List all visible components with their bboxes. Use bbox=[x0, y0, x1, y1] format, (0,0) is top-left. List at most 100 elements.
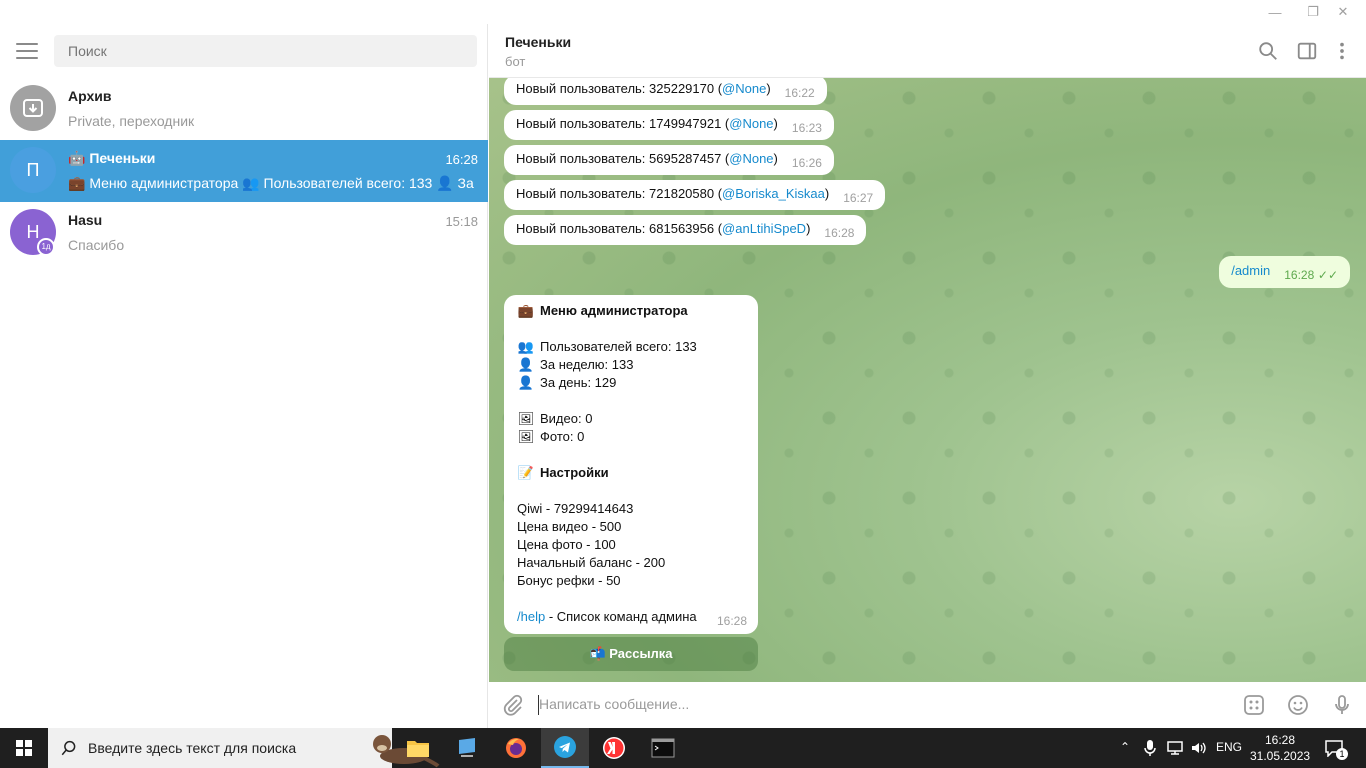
message-time: 16:22 bbox=[784, 86, 815, 100]
telegram-window: — ❐ ✕ Архив Private, переходник П 🤖 Пече… bbox=[0, 0, 1366, 728]
archive-icon bbox=[10, 85, 56, 131]
chat-preview: 💼 Меню администратора 👥 Пользователей вс… bbox=[68, 175, 478, 191]
hamburger-menu-icon[interactable] bbox=[14, 40, 40, 62]
bot-icon: 🤖 bbox=[68, 150, 86, 166]
broadcast-button[interactable]: 📬 Рассылка bbox=[504, 637, 758, 671]
timer-badge: 1д bbox=[37, 238, 55, 256]
close-icon[interactable]: ✕ bbox=[1320, 0, 1366, 24]
more-options-icon[interactable] bbox=[1331, 40, 1353, 62]
message-bubble: Новый пользователь: 325229170 (@None) 16:… bbox=[504, 78, 827, 105]
taskbar-app-pc[interactable] bbox=[443, 728, 491, 768]
chat-status: бот bbox=[505, 54, 526, 69]
picture-icon: 🖼 bbox=[517, 429, 535, 444]
chat-list-panel: Архив Private, переходник П 🤖 Печеньки 1… bbox=[0, 24, 488, 728]
search-icon[interactable] bbox=[1257, 40, 1279, 62]
message-time: 16:23 bbox=[791, 121, 822, 135]
message-bubble: Новый пользователь: 721820580 (@Boriska_… bbox=[504, 180, 886, 210]
photo-count: Фото: 0 bbox=[540, 429, 585, 444]
title-bar: — ❐ ✕ bbox=[0, 0, 1366, 24]
message-time: 16:28 bbox=[716, 614, 747, 628]
language-indicator[interactable]: ENG bbox=[1216, 740, 1242, 754]
message-input-bar: Написать сообщение... bbox=[489, 682, 1366, 728]
user-icon: 👤 bbox=[517, 375, 535, 390]
briefcase-icon: 💼 bbox=[517, 303, 535, 318]
microphone-tray-icon[interactable] bbox=[1143, 739, 1157, 757]
start-balance-line: Начальный баланс - 200 bbox=[517, 555, 666, 570]
chat-preview: Спасибо bbox=[68, 237, 125, 253]
firefox-icon bbox=[506, 738, 526, 758]
users-icon: 👥 bbox=[517, 339, 535, 354]
help-text: - Список команд админа bbox=[545, 609, 697, 624]
picture-icon: 🖼 bbox=[517, 411, 535, 426]
message-time: 16:26 bbox=[791, 156, 822, 170]
computer-icon bbox=[459, 738, 475, 757]
username-link[interactable]: @anLtihiSpeD bbox=[722, 221, 806, 236]
tray-overflow-icon[interactable]: ⌃ bbox=[1120, 740, 1130, 754]
taskbar-search-placeholder: Введите здесь текст для поиска bbox=[88, 740, 297, 756]
outgoing-message: /admin 16:28 ✓✓ bbox=[1219, 256, 1350, 288]
card-title: Меню администратора bbox=[540, 303, 688, 318]
username-link[interactable]: @None bbox=[722, 81, 766, 96]
settings-heading: Настройки bbox=[540, 465, 609, 480]
message-bubble: Новый пользователь: 1749947921 (@None) 16… bbox=[504, 110, 834, 140]
message-time: 16:28 bbox=[824, 226, 855, 240]
message-time: 16:28 bbox=[1284, 268, 1315, 282]
windows-taskbar: Введите здесь текст для поиска ⌃ ENG 16:… bbox=[0, 728, 1366, 768]
help-command-link[interactable]: /help bbox=[517, 609, 545, 624]
qiwi-line: Qiwi - 79299414643 bbox=[517, 501, 634, 516]
chat-messages-area: Новый пользователь: 325229170 (@None) 16:… bbox=[489, 78, 1366, 682]
admin-menu-message: 💼 Меню администратора 👥 Пользователей всег… bbox=[504, 295, 758, 634]
yandex-browser-icon bbox=[603, 737, 625, 759]
chat-time: 15:18 bbox=[445, 214, 478, 229]
user-icon: 👤 bbox=[517, 357, 535, 372]
read-checkmarks-icon: ✓✓ bbox=[1317, 268, 1338, 282]
username-link[interactable]: @None bbox=[729, 116, 773, 131]
clock-date: 31.05.2023 bbox=[1250, 749, 1311, 763]
chat-header: Печеньки бот bbox=[489, 24, 1366, 78]
sidebar-toggle-icon[interactable] bbox=[1296, 40, 1318, 62]
video-price-line: Цена видео - 500 bbox=[517, 519, 622, 534]
volume-icon[interactable] bbox=[1190, 740, 1208, 756]
bot-commands-icon[interactable] bbox=[1242, 693, 1266, 717]
message-bubble: Новый пользователь: 681563956 (@anLtihiS… bbox=[504, 215, 867, 245]
ref-bonus-line: Бонус рефки - 50 bbox=[517, 573, 621, 588]
search-input[interactable] bbox=[54, 35, 477, 67]
clock[interactable]: 16:28 31.05.2023 bbox=[1250, 732, 1310, 764]
message-bubble: Новый пользователь: 5695287457 (@None) 16… bbox=[504, 145, 834, 175]
taskbar-terminal[interactable] bbox=[639, 728, 687, 768]
taskbar-firefox[interactable] bbox=[492, 728, 540, 768]
chat-item-archive[interactable]: Архив Private, переходник bbox=[0, 78, 488, 140]
windows-start-icon[interactable] bbox=[16, 740, 32, 756]
taskbar-file-explorer[interactable] bbox=[394, 728, 442, 768]
chat-time: 16:28 bbox=[445, 152, 478, 167]
search-icon bbox=[61, 740, 76, 756]
chat-name: Архив bbox=[68, 88, 112, 104]
network-icon[interactable] bbox=[1166, 740, 1184, 756]
message-input[interactable]: Написать сообщение... bbox=[539, 696, 689, 712]
microphone-icon[interactable] bbox=[1330, 693, 1354, 717]
chat-item-pechenki[interactable]: П 🤖 Печеньки 16:28 💼 Меню администратора… bbox=[0, 140, 488, 202]
users-total: Пользователей всего: 133 bbox=[540, 339, 697, 354]
telegram-icon bbox=[554, 736, 576, 758]
photo-price-line: Цена фото - 100 bbox=[517, 537, 616, 552]
command-link[interactable]: /admin bbox=[1231, 263, 1270, 278]
taskbar-search[interactable]: Введите здесь текст для поиска bbox=[48, 728, 440, 768]
taskbar-yandex-browser[interactable] bbox=[590, 728, 638, 768]
emoji-icon[interactable] bbox=[1286, 693, 1310, 717]
chat-title[interactable]: Печеньки bbox=[505, 34, 571, 50]
video-count: Видео: 0 bbox=[540, 411, 593, 426]
chat-preview: Private, переходник bbox=[68, 113, 195, 129]
attach-icon[interactable] bbox=[501, 693, 525, 717]
notifications-count: 1 bbox=[1336, 748, 1348, 760]
username-link[interactable]: @Boriska_Kiskaa bbox=[722, 186, 825, 201]
folder-icon bbox=[407, 741, 429, 757]
terminal-icon bbox=[651, 738, 675, 758]
avatar: П bbox=[10, 147, 56, 193]
username-link[interactable]: @None bbox=[729, 151, 773, 166]
users-day: За день: 129 bbox=[540, 375, 617, 390]
chat-name: 🤖 Печеньки bbox=[68, 150, 156, 166]
taskbar-telegram[interactable] bbox=[541, 728, 589, 768]
chat-item-hasu[interactable]: H 1д Hasu 15:18 Спасибо bbox=[0, 202, 488, 264]
chat-name: Hasu bbox=[68, 212, 103, 228]
users-week: За неделю: 133 bbox=[540, 357, 634, 372]
